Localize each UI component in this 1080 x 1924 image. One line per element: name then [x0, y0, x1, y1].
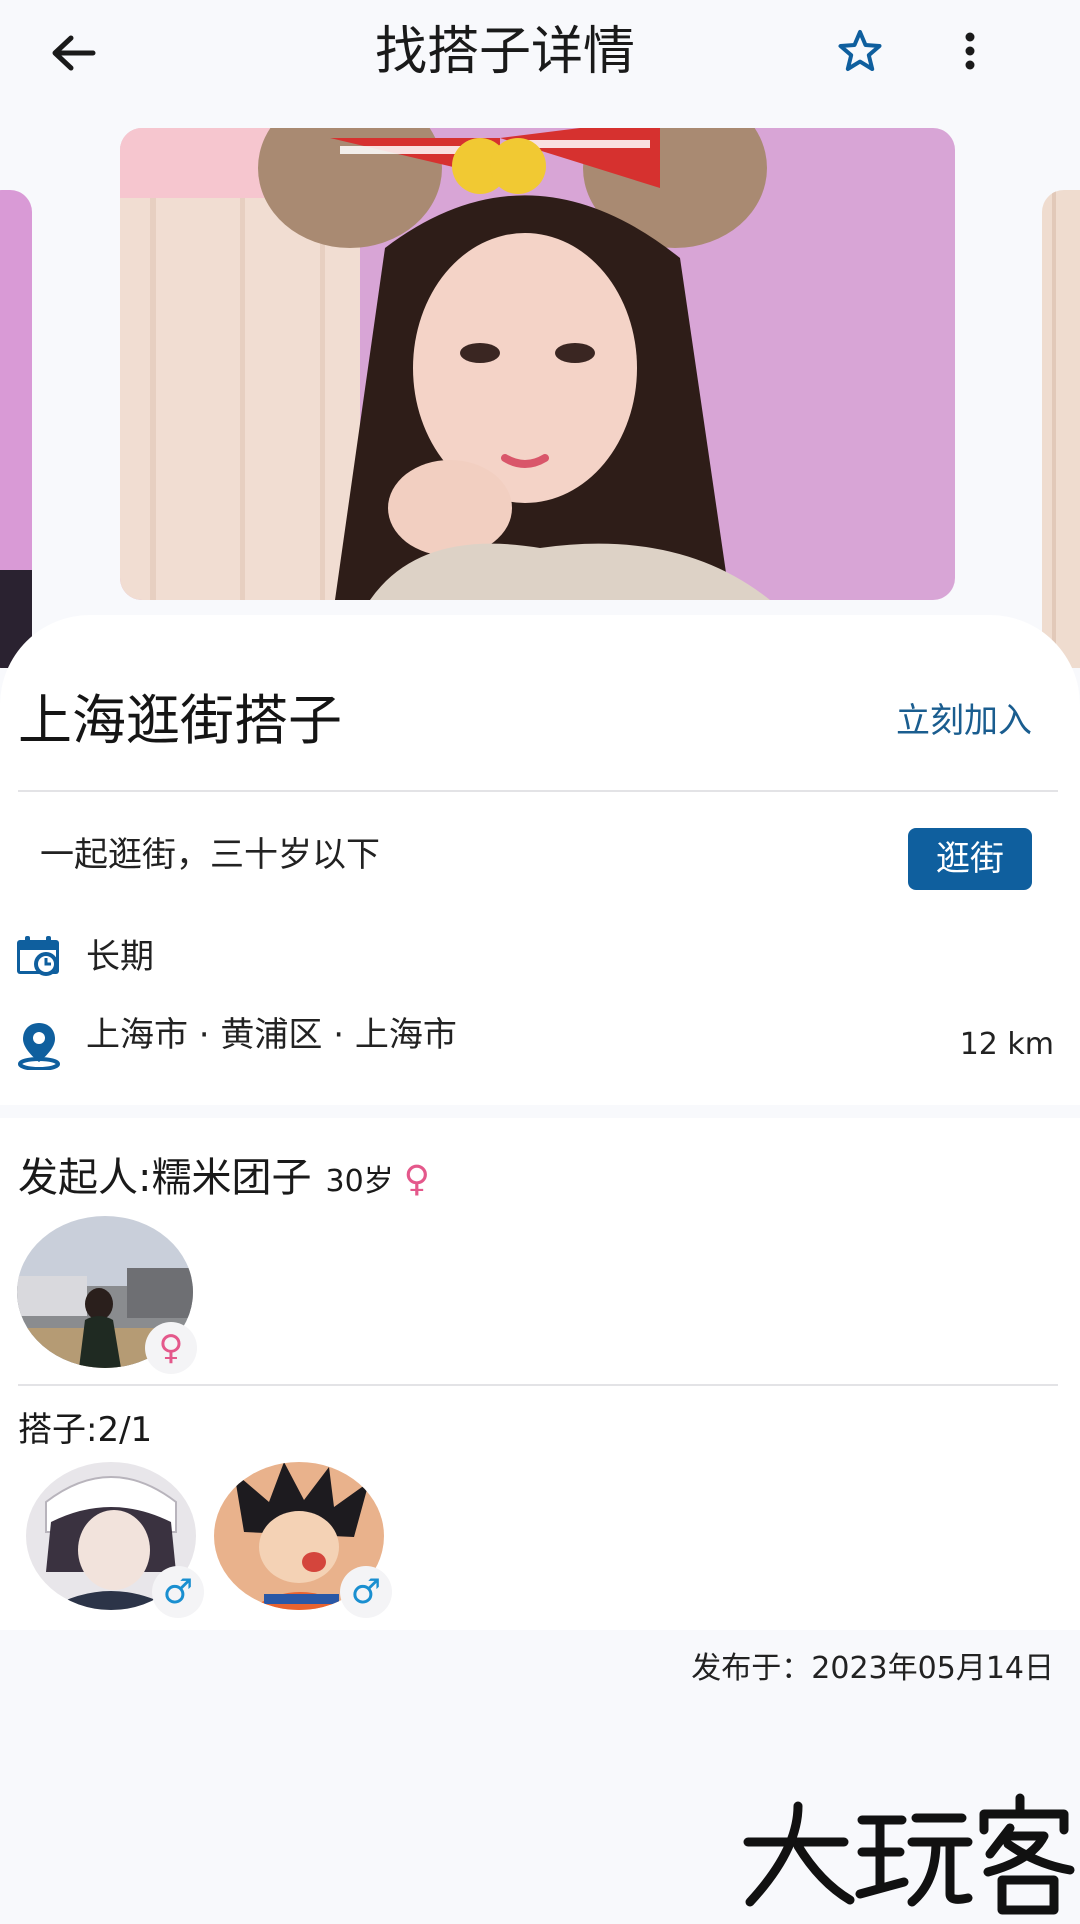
- initiator-name[interactable]: 糯米团子: [151, 1148, 311, 1208]
- initiator-label: 发起人:: [18, 1155, 152, 1201]
- publish-date: 发布于：2023年05月14日: [691, 1651, 1054, 1686]
- activity-title: 上海逛街搭子: [18, 689, 342, 752]
- distance-text: 12 km: [959, 1027, 1054, 1062]
- duration-text: 长期: [86, 937, 154, 977]
- initiator-age: 30岁: [325, 1164, 394, 1199]
- more-options-button[interactable]: [935, 16, 1005, 86]
- partners-count: 搭子:2/1: [18, 1410, 153, 1450]
- join-now-button[interactable]: 立刻加入: [896, 695, 1032, 747]
- app-bar: 找搭子详情: [0, 0, 1080, 110]
- calendar-clock-icon: [17, 936, 59, 976]
- favorite-button[interactable]: [825, 16, 895, 86]
- more-vertical-icon: [965, 32, 975, 70]
- divider: [18, 1384, 1058, 1386]
- male-badge-icon: ♂: [152, 1566, 204, 1618]
- location-pin-icon: [18, 1023, 60, 1070]
- category-tag: 逛街: [908, 828, 1032, 890]
- location-row: 上海市 · 黄浦区 · 上海市: [16, 1000, 457, 1070]
- watermark-logo: [740, 1790, 1080, 1920]
- activity-description: 一起逛街，三十岁以下: [40, 835, 380, 875]
- carousel-previous-photo[interactable]: [0, 190, 32, 668]
- female-badge-icon: ♀: [145, 1322, 197, 1374]
- male-badge-icon: ♂: [340, 1566, 392, 1618]
- location-text: 上海市 · 黄浦区 · 上海市: [86, 1015, 457, 1055]
- star-icon: [838, 30, 882, 71]
- duration-row: 长期: [16, 932, 154, 982]
- initiator-info: 发起人: 糯米团子 30岁 ♀: [18, 1148, 430, 1212]
- carousel-next-photo[interactable]: [1042, 190, 1080, 668]
- main-photo[interactable]: [120, 128, 955, 600]
- participants-section: 发起人: 糯米团子 30岁 ♀ ♀ 搭子:2/1 ♂ ♂: [0, 1118, 1080, 1630]
- divider: [18, 790, 1058, 792]
- detail-card: 上海逛街搭子 立刻加入 一起逛街，三十岁以下 逛街 长期 上海市 · 黄浦区 ·…: [0, 615, 1080, 1105]
- female-icon: ♀: [403, 1159, 431, 1200]
- photo-carousel[interactable]: [0, 128, 1080, 668]
